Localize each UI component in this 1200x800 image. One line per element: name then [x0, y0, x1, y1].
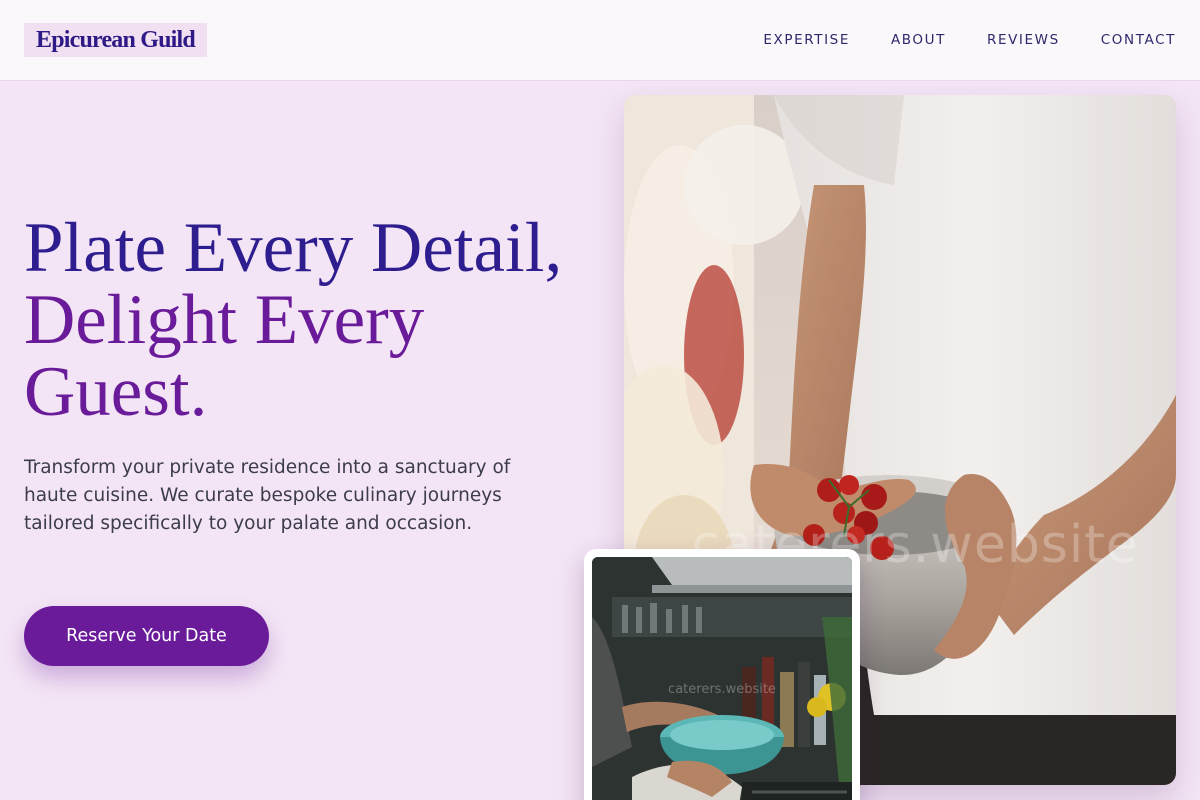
kitchen-photo-watermark: caterers.website — [668, 682, 776, 697]
headline-line-2: Delight Every Guest. — [24, 281, 425, 431]
headline-line-1: Plate Every Detail, — [24, 209, 563, 287]
kitchen-photo: caterers.website — [592, 557, 852, 800]
nav-link-about[interactable]: ABOUT — [891, 31, 946, 49]
nav-link-expertise[interactable]: EXPERTISE — [763, 31, 850, 49]
reserve-date-button[interactable]: Reserve Your Date — [24, 606, 269, 666]
site-header: Epicurean Guild EXPERTISE ABOUT REVIEWS … — [0, 0, 1200, 81]
brand-logo[interactable]: Epicurean Guild — [24, 23, 207, 57]
hero-description: Transform your private residence into a … — [24, 457, 511, 534]
hero-headline: Plate Every Detail, Delight Every Guest. — [24, 212, 604, 428]
nav-link-contact[interactable]: CONTACT — [1101, 31, 1176, 49]
kitchen-photo-illustration — [592, 557, 852, 800]
main-nav: EXPERTISE ABOUT REVIEWS CONTACT — [763, 31, 1176, 49]
nav-link-reviews[interactable]: REVIEWS — [987, 31, 1060, 49]
kitchen-photo-card: caterers.website — [584, 549, 860, 800]
